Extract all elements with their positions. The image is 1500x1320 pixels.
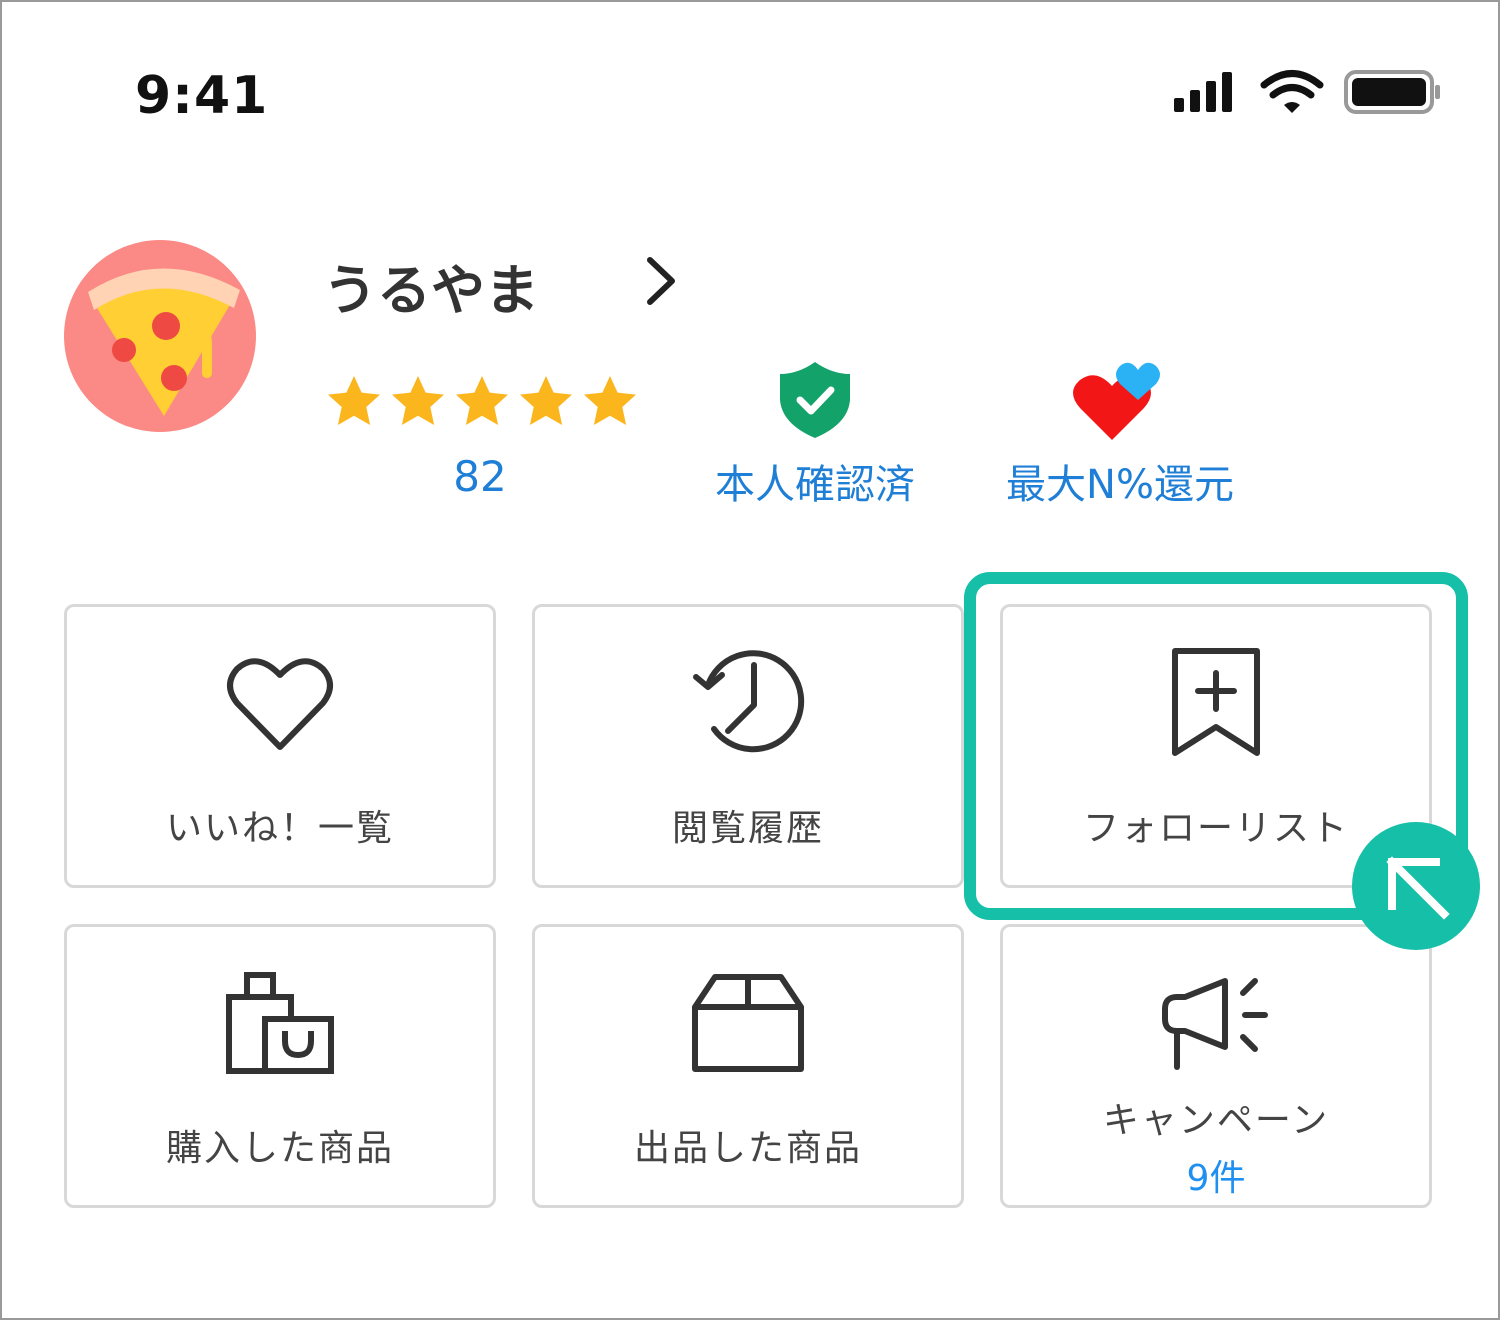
- listed-items-tile[interactable]: 出品した商品: [532, 924, 964, 1208]
- campaign-tile[interactable]: キャンペーン 9件: [1000, 924, 1432, 1208]
- rating-stars: [328, 376, 636, 425]
- chevron-right-icon[interactable]: [640, 252, 684, 310]
- purchased-items-tile[interactable]: 購入した商品: [64, 924, 496, 1208]
- likes-list-tile[interactable]: いいね！一覧: [64, 604, 496, 888]
- shopping-bags-icon: [226, 972, 334, 1074]
- megaphone-icon: [1162, 978, 1268, 1070]
- star-icon: [456, 376, 508, 425]
- listed-items-label: 出品した商品: [633, 1128, 862, 1169]
- box-icon: [692, 974, 804, 1072]
- return-label[interactable]: 最大N%還元: [990, 452, 1250, 510]
- status-icons: [1174, 70, 1440, 114]
- history-clock-icon: [693, 650, 805, 753]
- profile-name[interactable]: うるやま: [323, 246, 539, 325]
- purchased-items-label: 購入した商品: [165, 1128, 394, 1169]
- browsing-history-tile[interactable]: 閲覧履歴: [532, 604, 964, 888]
- hearts-icon: [1073, 362, 1160, 440]
- campaign-label: キャンペーン: [1102, 1100, 1330, 1141]
- heart-icon: [227, 658, 333, 750]
- star-icon: [520, 376, 572, 425]
- highlight-badge: [1352, 822, 1480, 950]
- rating-count[interactable]: 82: [400, 452, 560, 501]
- campaign-count: 9件: [1186, 1158, 1246, 1199]
- avatar[interactable]: [64, 240, 256, 432]
- status-time: 9:41: [135, 66, 269, 126]
- arrow-up-left-icon: [1386, 856, 1450, 920]
- cellular-signal-icon: [1174, 72, 1232, 112]
- browsing-history-label: 閲覧履歴: [671, 808, 824, 849]
- shield-check-icon: [780, 362, 850, 438]
- star-icon: [584, 376, 636, 425]
- wifi-icon: [1260, 70, 1324, 113]
- battery-icon: [1344, 70, 1440, 114]
- pizza-icon: [88, 268, 240, 416]
- star-icon: [328, 376, 380, 425]
- verified-label[interactable]: 本人確認済: [700, 452, 930, 510]
- likes-list-label: いいね！一覧: [165, 808, 394, 849]
- star-icon: [392, 376, 444, 425]
